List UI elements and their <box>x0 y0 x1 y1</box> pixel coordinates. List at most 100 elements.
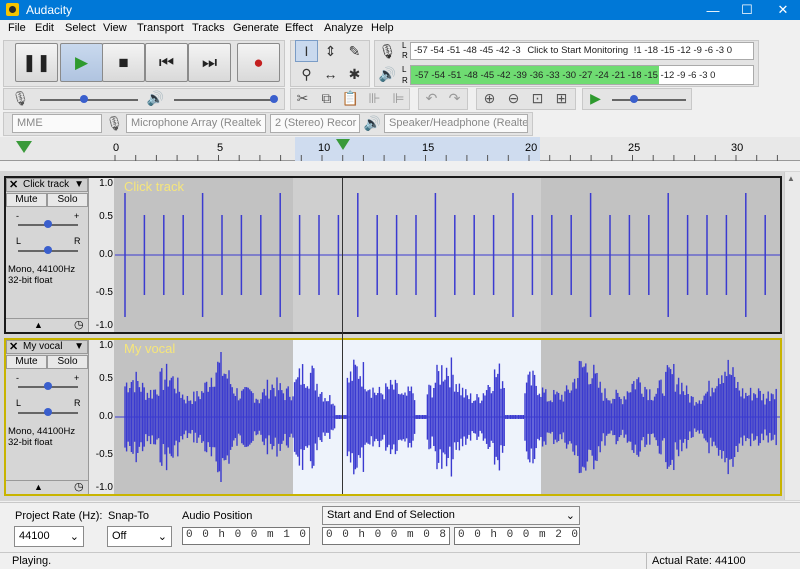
dropdown-arrow-icon: ▼ <box>74 341 84 352</box>
mute-button[interactable]: Mute <box>6 193 47 207</box>
gain-slider[interactable] <box>44 382 52 390</box>
timeline-ticks <box>114 155 778 161</box>
zoom-in-icon[interactable]: ⊕ <box>479 88 500 109</box>
menu-select[interactable]: Select <box>63 22 98 34</box>
record-meter[interactable]: -57 -54 -51 -48 -45 -42 -3 Click to Star… <box>410 42 754 60</box>
title-bar: Audacity — ☐ ✕ <box>0 0 800 20</box>
project-rate-select[interactable]: 44100 ⌄ <box>14 526 84 547</box>
playback-volume-slider[interactable] <box>270 95 278 103</box>
pan-left-label: L <box>16 398 22 408</box>
scale-label: 1.0 <box>99 178 113 189</box>
zoom-out-icon[interactable]: ⊖ <box>503 88 524 109</box>
snap-to-select[interactable]: Off ⌄ <box>107 526 172 547</box>
record-meter-left-label: L <box>402 41 407 50</box>
click-track-control-panel: Click track ▼ ✕ Mute Solo - + L R Mono, 4… <box>6 178 88 332</box>
draw-tool-icon[interactable]: ✎ <box>343 40 366 62</box>
paste-icon[interactable]: 📋 <box>340 88 361 109</box>
vocal-track-title-overlay: My vocal <box>124 341 176 356</box>
menu-tracks[interactable]: Tracks <box>190 22 227 34</box>
selection-tool-icon[interactable]: I <box>295 40 318 62</box>
status-text: Playing. <box>12 555 52 567</box>
zoom-tool-icon[interactable]: ⚲ <box>295 63 318 85</box>
gain-slider[interactable] <box>44 220 52 228</box>
scale-label: 0.5 <box>99 211 113 222</box>
speaker-icon[interactable]: 🔊 <box>376 63 399 85</box>
microphone-icon[interactable]: 🎙 <box>376 40 399 62</box>
time-shift-tool-icon[interactable]: ↔ <box>319 63 342 85</box>
skip-to-start-button[interactable]: ⏮ <box>145 43 188 82</box>
play-at-speed-icon[interactable]: ▶ <box>585 88 606 109</box>
cut-icon[interactable]: ✂ <box>292 88 313 109</box>
solo-button[interactable]: Solo <box>47 193 88 207</box>
playback-meter[interactable]: -57 -54 -51 -48 -45 -42 -39 -36 -33 -30 … <box>410 65 754 85</box>
menu-help[interactable]: Help <box>369 22 396 34</box>
click-track-waveform[interactable] <box>115 178 780 332</box>
menu-transport[interactable]: Transport <box>135 22 186 34</box>
track-name: My vocal <box>23 341 63 352</box>
minimize-button[interactable]: — <box>696 0 730 20</box>
monitor-prompt: Click to Start Monitoring <box>527 45 629 56</box>
trim-icon[interactable]: ⊪ <box>364 88 385 109</box>
menu-generate[interactable]: Generate <box>231 22 281 34</box>
envelope-tool-icon[interactable]: ⇕ <box>319 40 342 62</box>
playback-volume-track <box>174 99 274 101</box>
close-button[interactable]: ✕ <box>766 0 800 20</box>
selection-mode-select[interactable]: Start and End of Selection ⌄ <box>322 506 580 525</box>
audio-host-select[interactable]: MME <box>12 114 102 133</box>
recording-channels-select[interactable]: 2 (Stereo) Recor <box>270 114 360 133</box>
multi-tool-icon[interactable]: ✱ <box>343 63 366 85</box>
menu-file[interactable]: File <box>6 22 28 34</box>
record-button[interactable]: ● <box>237 43 280 82</box>
undo-icon[interactable]: ↶ <box>421 88 442 109</box>
vertical-scrollbar[interactable] <box>784 172 800 500</box>
window-title: Audacity <box>26 3 73 17</box>
selection-end-field[interactable]: 0 0 h 0 0 m 2 0 . 5 8 3 s <box>454 527 580 545</box>
playback-device-select[interactable]: Speaker/Headphone (Realte <box>384 114 528 133</box>
maximize-button[interactable]: ☐ <box>730 0 764 20</box>
menu-effect[interactable]: Effect <box>283 22 315 34</box>
stop-button[interactable]: ■ <box>102 43 145 82</box>
collapse-arrow-icon[interactable]: ▲ <box>34 320 43 330</box>
track-close-icon[interactable]: ✕ <box>9 178 18 191</box>
menu-view[interactable]: View <box>101 22 129 34</box>
track-name: Click track <box>23 179 70 190</box>
record-meter-right-label: R <box>402 51 408 60</box>
pause-button[interactable]: ❚❚ <box>15 43 58 82</box>
record-volume-mic-icon: 🎙 <box>11 90 30 106</box>
recording-device-select[interactable]: Microphone Array (Realtek <box>126 114 266 133</box>
chevron-down-icon: ⌄ <box>157 531 167 543</box>
copy-icon[interactable]: ⧉ <box>316 88 337 109</box>
gain-plus-label: + <box>74 211 80 221</box>
collapse-arrow-icon[interactable]: ▲ <box>34 482 43 492</box>
fit-project-icon[interactable]: ⊞ <box>551 88 572 109</box>
vocal-track-waveform[interactable] <box>115 340 780 494</box>
fit-selection-icon[interactable]: ⊡ <box>527 88 548 109</box>
audio-position-field[interactable]: 0 0 h 0 0 m 1 0 . 9 6 3 s <box>182 527 310 545</box>
click-track-vertical-ruler: 1.0 0.5 0.0 -0.5 -1.0 <box>88 178 114 332</box>
track-name-menu[interactable]: My vocal ▼ <box>6 340 88 354</box>
solo-button[interactable]: Solo <box>47 355 88 369</box>
menu-analyze[interactable]: Analyze <box>322 22 365 34</box>
record-meter-ticks-right: !1 -18 -15 -12 -9 -6 -3 0 <box>633 45 733 56</box>
project-rate-label: Project Rate (Hz): <box>15 510 103 522</box>
redo-icon[interactable]: ↷ <box>444 88 465 109</box>
play-button[interactable]: ▶ <box>60 43 103 82</box>
menu-edit[interactable]: Edit <box>33 22 56 34</box>
track-format-info: Mono, 44100Hz <box>8 264 76 275</box>
skip-to-end-button[interactable]: ⏭ <box>188 43 231 82</box>
mute-button[interactable]: Mute <box>6 355 47 369</box>
selection-start-field[interactable]: 0 0 h 0 0 m 0 8 . 5 8 3 s <box>322 527 450 545</box>
scroll-up-icon[interactable]: ▲ <box>787 174 795 183</box>
pan-slider[interactable] <box>44 408 52 416</box>
playback-meter-right-label: R <box>402 76 408 85</box>
sync-lock-clock-icon: ◷ <box>74 481 84 493</box>
scale-label: 1.0 <box>99 340 113 351</box>
play-cursor <box>342 178 343 494</box>
track-close-icon[interactable]: ✕ <box>9 340 18 353</box>
scale-label: -1.0 <box>95 482 113 493</box>
pan-slider[interactable] <box>44 246 52 254</box>
track-name-menu[interactable]: Click track ▼ <box>6 178 88 192</box>
pan-right-label: R <box>74 236 81 246</box>
playback-meter-left-label: L <box>402 65 407 74</box>
silence-icon[interactable]: ⊫ <box>388 88 409 109</box>
